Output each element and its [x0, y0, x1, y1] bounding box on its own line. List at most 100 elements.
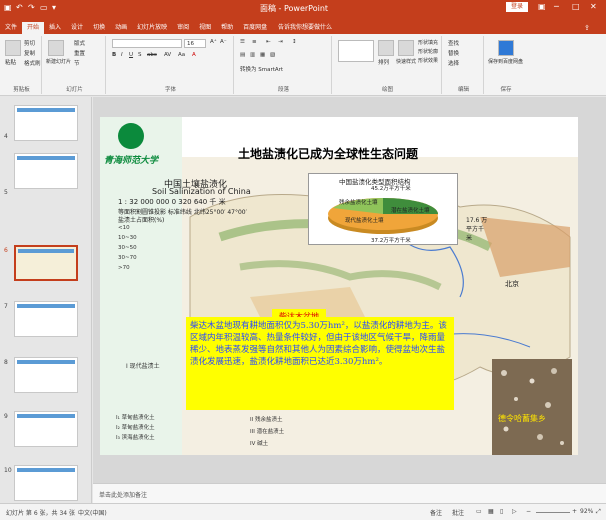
- slide-thumbnail-8[interactable]: [14, 357, 78, 393]
- slide-sorter-icon[interactable]: ▦: [488, 508, 494, 515]
- align-left-icon[interactable]: ▤: [240, 52, 245, 58]
- new-slide-button[interactable]: 新建幻灯片: [46, 58, 71, 65]
- zoom-out-icon[interactable]: −: [526, 508, 531, 515]
- shape-fill-button[interactable]: 形状填充: [418, 39, 438, 46]
- slide-thumbnail-10[interactable]: [14, 465, 78, 501]
- legend-heading: I 现代盐渍土: [126, 363, 160, 370]
- bold-icon[interactable]: B: [112, 52, 116, 58]
- slide-thumbnail-4[interactable]: [14, 105, 78, 141]
- decrease-indent-icon[interactable]: ⇤: [266, 39, 271, 45]
- language-indicator[interactable]: 中文(中国): [78, 508, 107, 517]
- comments-button[interactable]: 批注: [452, 508, 464, 517]
- change-case-icon[interactable]: Aa: [178, 52, 185, 58]
- notes-button[interactable]: 备注: [430, 508, 442, 517]
- normal-view-icon[interactable]: ▭: [476, 508, 482, 515]
- tab-view[interactable]: 视图: [194, 22, 216, 34]
- strikethrough-icon[interactable]: abc: [147, 52, 157, 58]
- share-icon[interactable]: ⇪: [584, 24, 590, 32]
- save-baidu-button[interactable]: 保存到百度网盘: [488, 58, 524, 65]
- saline-soil-photo[interactable]: [492, 359, 572, 455]
- select-button[interactable]: 选择: [448, 59, 459, 67]
- tab-review[interactable]: 审阅: [172, 22, 194, 34]
- line-spacing-icon[interactable]: ↕: [292, 39, 297, 45]
- tab-animations[interactable]: 动画: [110, 22, 132, 34]
- close-icon[interactable]: ✕: [590, 2, 597, 11]
- slides-label: 幻灯片: [66, 87, 83, 93]
- fit-to-window-icon[interactable]: ⤢: [596, 508, 601, 516]
- paste-icon[interactable]: [5, 40, 21, 56]
- copy-button[interactable]: 复制: [24, 49, 35, 57]
- justify-icon[interactable]: ▧: [270, 52, 275, 58]
- reading-view-icon[interactable]: ▯: [500, 508, 503, 515]
- grow-font-icon[interactable]: A⁺: [210, 39, 217, 45]
- section-button[interactable]: 节: [74, 59, 80, 67]
- font-color-icon[interactable]: A: [192, 52, 196, 58]
- cut-button[interactable]: 剪切: [24, 39, 35, 47]
- tab-baidu[interactable]: 百度网盘: [238, 22, 272, 34]
- quick-styles-icon[interactable]: [398, 40, 414, 56]
- shape-outline-button[interactable]: 形状轮廓: [418, 48, 438, 55]
- ribbon-display-icon[interactable]: ▣: [538, 2, 546, 11]
- slide-thumbnail-9[interactable]: [14, 411, 78, 447]
- slide-thumbnail-6[interactable]: [14, 245, 78, 281]
- save-icon[interactable]: ▣: [4, 3, 12, 12]
- tab-slideshow[interactable]: 幻灯片放映: [132, 22, 172, 34]
- slideshow-view-icon[interactable]: ▷: [512, 508, 517, 515]
- align-right-icon[interactable]: ▦: [260, 52, 265, 58]
- ribbon-tabs: 文件 开始 插入 设计 切换 动画 幻灯片放映 审阅 视图 帮助 百度网盘: [0, 22, 272, 34]
- thumb-number: 9: [4, 413, 8, 420]
- tab-insert[interactable]: 插入: [44, 22, 66, 34]
- layout-button[interactable]: 版式: [74, 39, 85, 47]
- tab-help[interactable]: 帮助: [216, 22, 238, 34]
- find-button[interactable]: 查找: [448, 39, 459, 47]
- font-name-field[interactable]: [112, 39, 182, 48]
- maximize-icon[interactable]: □: [572, 2, 580, 11]
- arrange-button[interactable]: 排列: [378, 58, 389, 66]
- slide-thumbnail-5[interactable]: [14, 153, 78, 189]
- tab-home[interactable]: 开始: [22, 22, 45, 34]
- bullets-icon[interactable]: ☰: [240, 39, 245, 45]
- shrink-font-icon[interactable]: A⁻: [220, 39, 227, 45]
- increase-indent-icon[interactable]: ⇥: [278, 39, 283, 45]
- shape-effect-button[interactable]: 形状效果: [418, 57, 438, 64]
- numbering-icon[interactable]: ≡: [252, 39, 257, 45]
- slide-title[interactable]: 土地盐渍化已成为全球性生态问题: [238, 145, 418, 162]
- shapes-gallery[interactable]: [338, 40, 374, 62]
- slide-thumbnails-panel: 4 5 6 7 8 9 10: [0, 97, 92, 503]
- qaidam-description-textbox[interactable]: 柴达木盆地现有耕地面积仅为5.30万hm²，以盐渍化的耕地为主。该区域内年积温较…: [186, 317, 454, 410]
- format-painter-button[interactable]: 格式刷: [24, 59, 41, 67]
- zoom-level[interactable]: 92%: [580, 508, 593, 515]
- paste-button[interactable]: 粘贴: [5, 58, 16, 66]
- new-slide-icon[interactable]: [48, 40, 64, 56]
- zoom-slider[interactable]: [536, 512, 570, 513]
- slide[interactable]: 青海师范大学 土地盐渍化已成为全球性生态问题 中国土壤盐渍化 Soil Sali…: [100, 117, 578, 455]
- shadow-icon[interactable]: S: [138, 52, 142, 58]
- align-center-icon[interactable]: ▥: [250, 52, 255, 58]
- tab-file[interactable]: 文件: [0, 22, 22, 34]
- tell-me-search[interactable]: 告诉我你想要做什么: [278, 22, 332, 34]
- replace-button[interactable]: 替换: [448, 49, 459, 57]
- redo-icon[interactable]: ↷: [28, 3, 35, 12]
- start-presentation-icon[interactable]: ▭: [40, 3, 48, 12]
- notes-pane[interactable]: 单击此处添加备注: [93, 483, 606, 503]
- customize-quick-access-icon[interactable]: ▾: [52, 3, 56, 12]
- baidu-cloud-icon[interactable]: [498, 40, 514, 56]
- minimize-icon[interactable]: ─: [554, 2, 559, 11]
- char-spacing-icon[interactable]: AV: [164, 52, 171, 58]
- map-legend-item: 10~30: [118, 235, 137, 241]
- italic-icon[interactable]: I: [121, 52, 123, 58]
- quick-styles-button[interactable]: 快速样式: [396, 58, 416, 65]
- undo-icon[interactable]: ↶: [16, 3, 23, 12]
- arrange-icon[interactable]: [378, 40, 394, 56]
- tab-design[interactable]: 设计: [66, 22, 88, 34]
- reset-button[interactable]: 重置: [74, 49, 85, 57]
- tab-transitions[interactable]: 切换: [88, 22, 110, 34]
- pie-chart-box[interactable]: 中国盐渍化类型面积结构 45.2万平方千米 残余盐渍化土壤 潜在盐渍化土壤 现代…: [308, 173, 458, 245]
- login-button[interactable]: 登录: [506, 2, 528, 12]
- zoom-in-icon[interactable]: +: [572, 508, 577, 515]
- map-legend-item: 30~70: [118, 255, 137, 261]
- font-size-field[interactable]: 16: [184, 39, 206, 48]
- slide-thumbnail-7[interactable]: [14, 301, 78, 337]
- convert-smartart-button[interactable]: 转换为 SmartArt: [240, 65, 283, 73]
- underline-icon[interactable]: U: [129, 52, 133, 58]
